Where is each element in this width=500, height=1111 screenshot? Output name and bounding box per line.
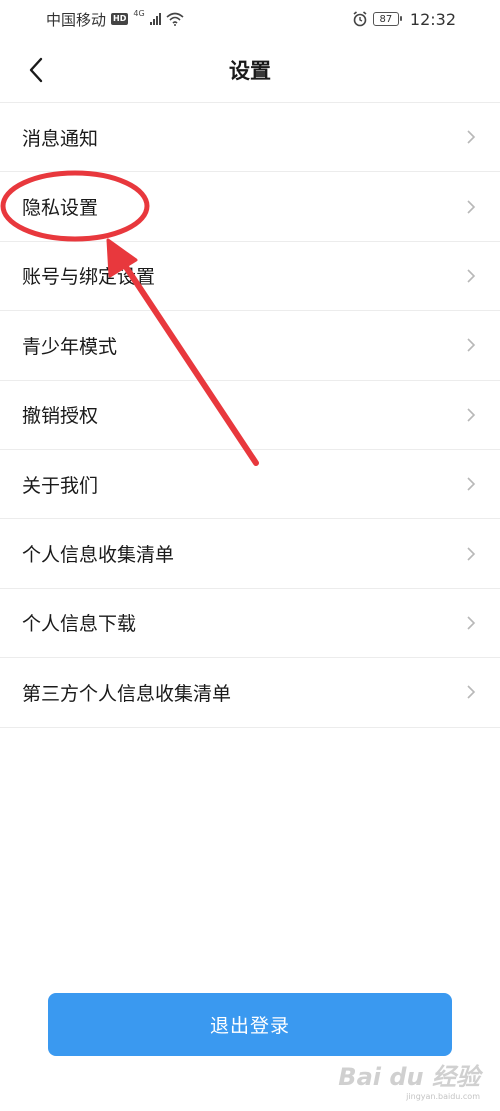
carrier-name: 中国移动 [46, 10, 107, 29]
settings-item-label: 撤销授权 [22, 405, 99, 428]
watermark-logo: Bai du 经验 [338, 1063, 480, 1091]
network-type: 4G [133, 8, 145, 18]
status-left: 中国移动 HD 4G [46, 9, 184, 30]
chevron-right-icon [467, 338, 476, 352]
settings-item-label: 第三方个人信息收集清单 [22, 682, 232, 705]
chevron-right-icon [467, 477, 476, 491]
nav-bar: 设置 [0, 38, 500, 102]
settings-item-label: 账号与绑定设置 [22, 266, 156, 289]
alarm-icon [353, 11, 367, 27]
settings-item-label: 隐私设置 [22, 197, 99, 220]
status-bar: 中国移动 HD 4G 87 12:32 [0, 0, 500, 38]
chevron-right-icon [467, 616, 476, 630]
settings-item-personal-info-download[interactable]: 个人信息下载 [0, 589, 500, 659]
status-time: 12:32 [409, 9, 456, 29]
chevron-right-icon [467, 200, 476, 214]
chevron-left-icon [29, 57, 43, 83]
chevron-right-icon [467, 685, 476, 699]
settings-item-personal-info-list[interactable]: 个人信息收集清单 [0, 519, 500, 589]
settings-item-third-party-info-list[interactable]: 第三方个人信息收集清单 [0, 658, 500, 728]
watermark: Bai du 经验 jingyan.baidu.com [338, 1057, 480, 1101]
settings-item-label: 个人信息下载 [22, 613, 137, 636]
logout-button[interactable]: 退出登录 [48, 993, 452, 1056]
watermark-url: jingyan.baidu.com [406, 1092, 480, 1101]
settings-item-revoke-authorization[interactable]: 撤销授权 [0, 381, 500, 450]
settings-item-label: 消息通知 [22, 127, 99, 150]
settings-item-label: 关于我们 [22, 474, 99, 497]
back-button[interactable] [18, 52, 54, 88]
settings-item-privacy[interactable]: 隐私设置 [0, 172, 500, 242]
settings-item-label: 青少年模式 [22, 335, 118, 358]
battery-icon: 87 [372, 12, 402, 26]
hd-icon: HD [111, 13, 129, 25]
chevron-right-icon [467, 269, 476, 283]
status-right: 87 12:32 [352, 10, 456, 29]
wifi-icon [166, 12, 184, 26]
signal-icon [149, 13, 161, 25]
settings-item-label: 个人信息收集清单 [22, 544, 175, 567]
settings-item-notifications[interactable]: 消息通知 [0, 103, 500, 173]
chevron-right-icon [467, 130, 476, 144]
settings-item-account-binding[interactable]: 账号与绑定设置 [0, 242, 500, 312]
settings-item-about-us[interactable]: 关于我们 [0, 450, 500, 520]
page-title: 设置 [229, 59, 271, 83]
settings-screen: 中国移动 HD 4G 87 12:32 设置 消息通知 隐私设置 账号与绑定设置… [0, 0, 500, 1111]
chevron-right-icon [467, 408, 476, 422]
settings-list: 消息通知 隐私设置 账号与绑定设置 青少年模式 撤销授权 关于我们 个人信息收集… [0, 102, 500, 728]
settings-item-teen-mode[interactable]: 青少年模式 [0, 311, 500, 381]
chevron-right-icon [467, 546, 476, 561]
